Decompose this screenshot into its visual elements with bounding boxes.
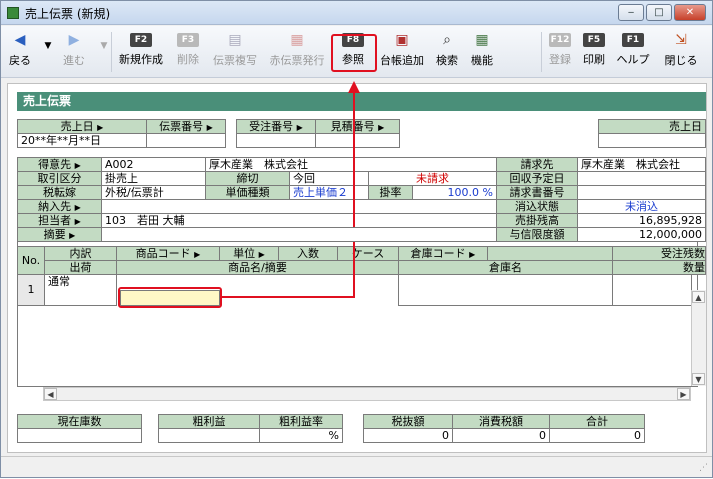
memo-label: 摘要 bbox=[43, 228, 66, 241]
main-window: 売上伝票 (新規) ‒ □ ✕ ◀ 戻る ▼ ▶ 進む ▼ F2 新規作成 F3… bbox=[0, 0, 713, 478]
status-bar: ⋰ bbox=[1, 456, 712, 477]
credit-field: 12,000,000 bbox=[577, 227, 706, 242]
caret-right-icon: ▶ bbox=[69, 231, 76, 240]
resize-grip-icon: ⋰ bbox=[699, 463, 708, 473]
credit-header: 与信限度額 bbox=[496, 227, 578, 242]
memo-field[interactable] bbox=[101, 227, 497, 242]
memo-header[interactable]: 摘要 ▶ bbox=[17, 227, 102, 242]
